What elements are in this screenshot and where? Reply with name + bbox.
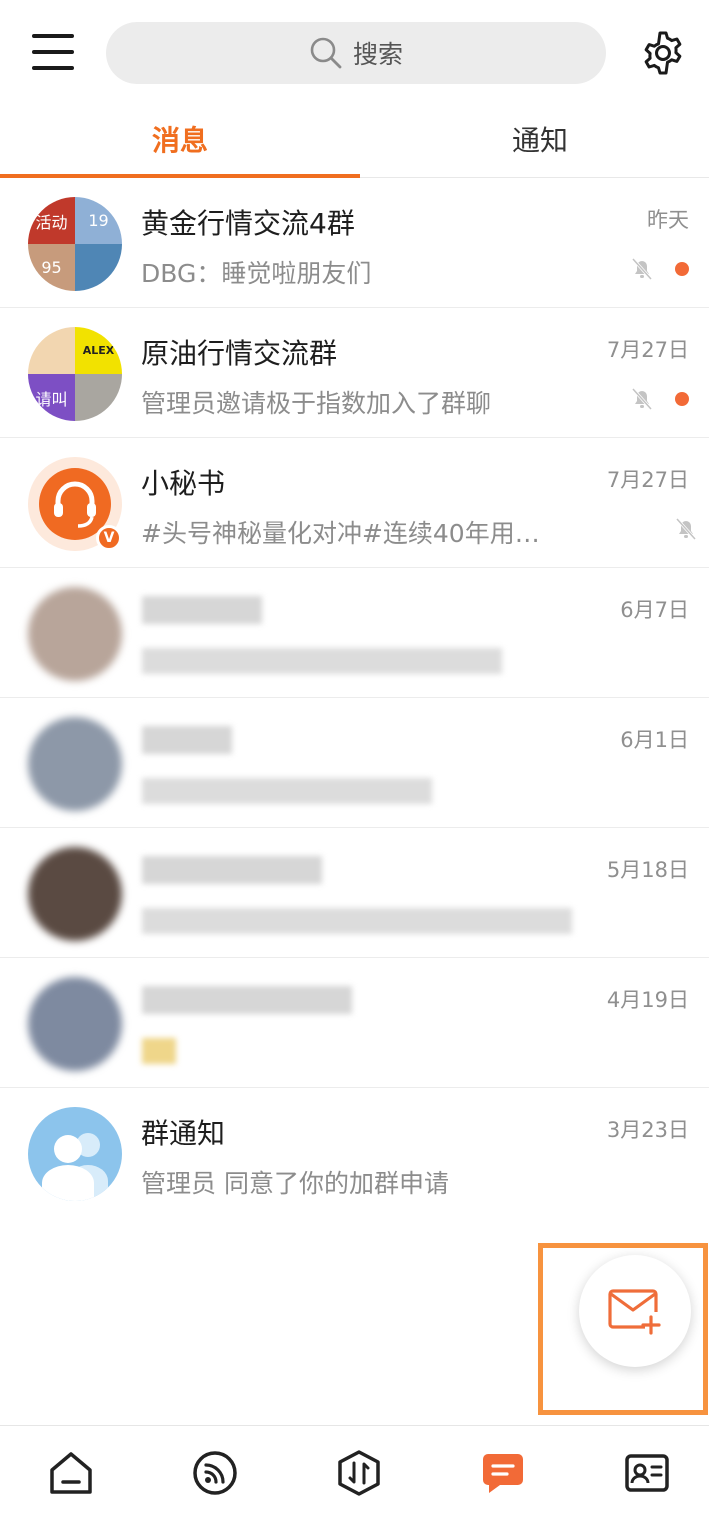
group-avatar: ALEX 请叫	[28, 327, 122, 421]
gear-icon[interactable]	[638, 28, 688, 78]
redacted-title	[142, 596, 262, 624]
search-icon	[310, 37, 342, 69]
unread-dot	[675, 262, 689, 276]
search-placeholder: 搜索	[352, 40, 403, 69]
conversation-time: 7月27日	[606, 338, 689, 362]
unread-dot	[675, 392, 689, 406]
redacted-preview	[142, 648, 502, 674]
nav-feed[interactable]	[190, 1448, 240, 1498]
redacted-avatar	[28, 977, 122, 1071]
conversation-time: 昨天	[647, 208, 689, 232]
conversation-time: 3月23日	[606, 1118, 689, 1142]
redacted-title	[142, 726, 232, 754]
conversation-row[interactable]: ALEX 请叫 原油行情交流群 管理员邀请极于指数加入了群聊 7月27日	[0, 308, 709, 438]
tab-messages[interactable]: 消息	[0, 100, 360, 178]
chat-icon	[483, 1454, 523, 1493]
conversation-time: 6月1日	[620, 728, 689, 752]
conversation-list: 活动 19 95 黄金行情交流4群 DBG：睡觉啦朋友们 昨天 ALEX 请叫 …	[0, 178, 709, 1218]
redacted-avatar	[28, 847, 122, 941]
mute-bell-icon	[631, 257, 653, 281]
hamburger-icon[interactable]	[30, 32, 76, 72]
group-avatar: 活动 19 95	[28, 197, 122, 291]
tab-bar: 消息 通知	[0, 100, 709, 178]
conversation-title: 小秘书	[141, 467, 226, 500]
group-people-icon	[42, 1133, 108, 1201]
conversation-row[interactable]: V 小秘书 #头号神秘量化对冲#连续40年用… 7月27日	[0, 438, 709, 568]
conversation-time: 5月18日	[606, 858, 689, 882]
contact-card-icon	[625, 1454, 669, 1492]
nav-messages[interactable]	[478, 1448, 528, 1498]
redacted-title	[142, 986, 352, 1014]
bottom-navigation	[0, 1425, 709, 1522]
conversation-title: 群通知	[141, 1117, 226, 1150]
top-bar: 搜索	[0, 0, 709, 100]
conversation-title: 原油行情交流群	[141, 337, 338, 370]
redacted-avatar	[28, 717, 122, 811]
mute-bell-icon	[631, 387, 653, 411]
redacted-avatar	[28, 587, 122, 681]
mail-plus-icon	[608, 1289, 661, 1335]
nav-contacts[interactable]	[622, 1448, 672, 1498]
conversation-preview: DBG：睡觉啦朋友们	[141, 259, 372, 288]
nav-trade[interactable]	[334, 1448, 384, 1498]
redacted-preview	[142, 778, 432, 804]
conversation-time: 6月7日	[620, 598, 689, 622]
redacted-preview	[142, 1038, 176, 1064]
trade-icon	[338, 1450, 380, 1496]
conversation-row[interactable]: 活动 19 95 黄金行情交流4群 DBG：睡觉啦朋友们 昨天	[0, 178, 709, 308]
home-icon	[50, 1452, 92, 1494]
redacted-title	[142, 856, 322, 884]
mute-bell-icon	[675, 517, 697, 541]
conversation-title: 黄金行情交流4群	[141, 207, 355, 240]
conversation-row-redacted[interactable]: 6月1日	[0, 698, 709, 828]
conversation-row[interactable]: 群通知 管理员 同意了你的加群申请 3月23日	[0, 1088, 709, 1218]
conversation-preview: #头号神秘量化对冲#连续40年用…	[141, 519, 540, 548]
conversation-time: 7月27日	[606, 468, 689, 492]
conversation-row-redacted[interactable]: 4月19日	[0, 958, 709, 1088]
rss-icon	[193, 1451, 237, 1495]
nav-home[interactable]	[46, 1448, 96, 1498]
group-notice-avatar	[28, 1107, 122, 1201]
compose-message-button[interactable]	[579, 1255, 691, 1367]
verified-badge: V	[96, 525, 122, 551]
conversation-time: 4月19日	[606, 988, 689, 1012]
conversation-preview: 管理员邀请极于指数加入了群聊	[141, 389, 492, 418]
search-bar[interactable]: 搜索	[106, 22, 606, 84]
conversation-row-redacted[interactable]: 5月18日	[0, 828, 709, 958]
tab-notifications[interactable]: 通知	[360, 100, 709, 178]
assistant-avatar: V	[28, 457, 122, 551]
redacted-preview	[142, 908, 572, 934]
conversation-row-redacted[interactable]: 6月7日	[0, 568, 709, 698]
conversation-preview: 管理员 同意了你的加群申请	[141, 1169, 449, 1198]
